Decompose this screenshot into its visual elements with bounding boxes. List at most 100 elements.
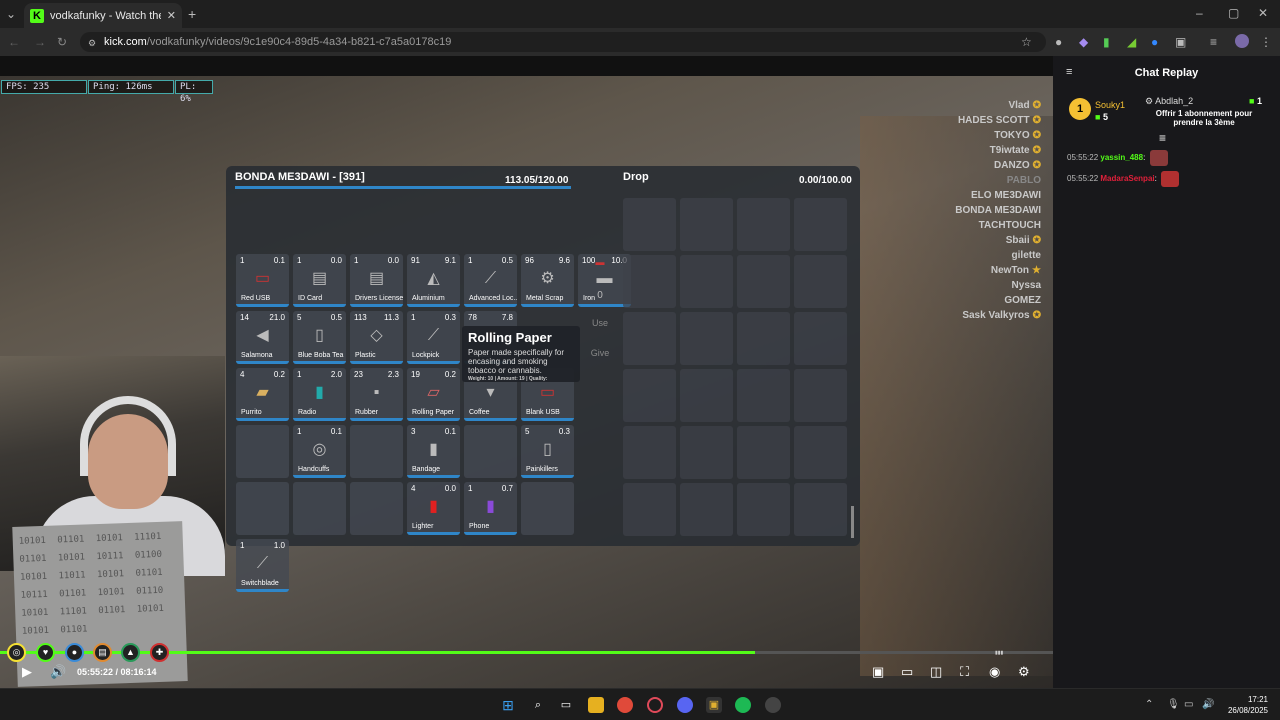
drop-slot[interactable]: [737, 312, 790, 365]
inventory-slot[interactable]: 4 0.2 ▰ Purrito: [236, 368, 289, 421]
inventory-slot[interactable]: 1 0.1 ◎ Handcuffs: [293, 425, 346, 478]
bookmark-star-icon[interactable]: ☆: [1021, 35, 1032, 49]
url-field[interactable]: kick.com/vodkafunky/videos/9c1e90c4-89d5…: [80, 32, 1046, 52]
drop-slot[interactable]: [623, 312, 676, 365]
new-tab-icon[interactable]: +: [188, 7, 196, 21]
drop-slot[interactable]: [737, 483, 790, 536]
drop-slot[interactable]: [623, 369, 676, 422]
drop-slot[interactable]: [794, 369, 847, 422]
volume-icon[interactable]: 🔊: [50, 665, 66, 679]
system-clock[interactable]: 17:21 26/08/2025: [1226, 694, 1268, 716]
chapter-marker-icon[interactable]: ♥: [36, 643, 55, 662]
drop-slot[interactable]: [680, 483, 733, 536]
extensions-puzzle-icon[interactable]: ▣: [1175, 35, 1186, 49]
drop-slot[interactable]: [794, 198, 847, 251]
browser-menu-icon[interactable]: ⋮: [1260, 35, 1272, 49]
empty-slot[interactable]: [350, 482, 403, 535]
inventory-slot[interactable]: 4 0.0 ▮ Lighter: [407, 482, 460, 535]
settings-gear-icon[interactable]: ⚙: [1018, 665, 1030, 679]
reading-list-icon[interactable]: ≡: [1210, 35, 1217, 49]
search-icon[interactable]: ⌕: [530, 697, 546, 713]
inventory-slot[interactable]: 1 0.0 ▤ ID Card: [293, 254, 346, 307]
extension-5-icon[interactable]: ●: [1151, 35, 1158, 49]
app-icon[interactable]: [647, 697, 663, 713]
drop-slot[interactable]: [623, 483, 676, 536]
drop-slot[interactable]: [794, 312, 847, 365]
extension-3-icon[interactable]: ▮: [1103, 35, 1110, 49]
drop-slot[interactable]: [623, 255, 676, 308]
inventory-slot[interactable]: 3 0.1 ▮ Bandage: [407, 425, 460, 478]
drop-scrollbar[interactable]: [851, 506, 854, 538]
empty-slot[interactable]: [521, 482, 574, 535]
file-explorer-icon[interactable]: [588, 697, 604, 713]
inventory-slot[interactable]: 14 21.0 ◀ Salamona: [236, 311, 289, 364]
drop-slot[interactable]: [680, 426, 733, 479]
drop-slot[interactable]: [794, 255, 847, 308]
video-player[interactable]: FPS: 235 Ping: 126ms PL: 6% Vlad ✪ HADES …: [0, 56, 1053, 688]
chapter-marker-icon[interactable]: ◎: [7, 643, 26, 662]
empty-slot[interactable]: [350, 425, 403, 478]
inventory-slot[interactable]: 23 2.3 ▪ Rubber: [350, 368, 403, 421]
miniplayer-icon[interactable]: ▣: [872, 665, 884, 679]
inventory-slot[interactable]: 5 0.5 ▯ Blue Boba Tea: [293, 311, 346, 364]
inventory-slot[interactable]: 113 11.3 ◇ Plastic: [350, 311, 403, 364]
profile-avatar[interactable]: [1235, 34, 1249, 48]
chapter-marker-icon[interactable]: ●: [65, 643, 84, 662]
app-2-icon[interactable]: [765, 697, 781, 713]
drop-slot[interactable]: [737, 369, 790, 422]
task-view-icon[interactable]: ▭: [558, 697, 574, 713]
inventory-slot[interactable]: 91 9.1 ◭ Aluminium: [407, 254, 460, 307]
use-button[interactable]: Use: [586, 318, 614, 328]
drop-slot[interactable]: [680, 255, 733, 308]
inventory-slot[interactable]: 1 0.5 ⟋ Advanced Loc...: [464, 254, 517, 307]
inventory-slot[interactable]: 1 2.0 ▮ Radio: [293, 368, 346, 421]
drop-slot[interactable]: [794, 426, 847, 479]
pip-icon[interactable]: ◫: [930, 665, 942, 679]
play-icon[interactable]: ▶: [22, 665, 32, 679]
sub-gifter-name[interactable]: ⚙ Abdlah_2: [1145, 96, 1193, 107]
spotify-icon[interactable]: [735, 697, 751, 713]
browser-tab[interactable]: K vodkafunky - Watch the VOD o ✕: [24, 3, 182, 28]
game-launcher-icon[interactable]: ▣: [706, 697, 722, 713]
theater-mode-icon[interactable]: ▭: [901, 665, 913, 679]
drop-slot[interactable]: [623, 426, 676, 479]
fullscreen-icon[interactable]: ⛶: [960, 665, 969, 679]
drop-slot[interactable]: [623, 198, 676, 251]
inventory-slot[interactable]: 5 0.3 ▯ Painkillers: [521, 425, 574, 478]
inventory-slot[interactable]: 1 0.7 ▮ Phone: [464, 482, 517, 535]
microphone-icon[interactable]: 🎙: [1167, 699, 1180, 710]
network-icon[interactable]: ▭: [1184, 699, 1193, 710]
reload-icon[interactable]: ↻: [57, 35, 67, 49]
tab-list-icon[interactable]: ⌄: [6, 7, 16, 21]
close-window-icon[interactable]: ✕: [1258, 6, 1268, 20]
chrome-icon[interactable]: [617, 697, 633, 713]
speed-icon[interactable]: ◉: [989, 665, 1000, 679]
inventory-slot[interactable]: 1 0.3 ⟋ Lockpick: [407, 311, 460, 364]
extension-1-icon[interactable]: ●: [1055, 35, 1062, 49]
inventory-slot[interactable]: 1 0.0 ▤ Drivers License: [350, 254, 403, 307]
drop-slot[interactable]: [680, 312, 733, 365]
chapter-marker-icon[interactable]: ▲: [121, 643, 140, 662]
forward-icon[interactable]: →: [34, 35, 46, 49]
inventory-slot[interactable]: 1 0.1 ▭ Red USB: [236, 254, 289, 307]
empty-slot[interactable]: [464, 425, 517, 478]
inventory-slot[interactable]: 19 0.2 ▱ Rolling Paper: [407, 368, 460, 421]
site-info-icon[interactable]: ⚙: [88, 36, 96, 50]
amount-input[interactable]: 0: [586, 286, 614, 306]
back-icon[interactable]: ←: [8, 35, 20, 49]
extension-4-icon[interactable]: ◢: [1127, 35, 1136, 49]
drop-slot[interactable]: [737, 198, 790, 251]
chapter-marker-icon[interactable]: ▤: [93, 643, 112, 662]
drop-slot[interactable]: [680, 369, 733, 422]
empty-slot[interactable]: [293, 482, 346, 535]
drop-slot[interactable]: [680, 198, 733, 251]
drop-slot[interactable]: [737, 426, 790, 479]
collapse-chat-icon[interactable]: ≡: [1066, 66, 1072, 78]
empty-slot[interactable]: [236, 425, 289, 478]
drop-slot[interactable]: [794, 483, 847, 536]
windows-start-icon[interactable]: ⊞: [500, 697, 516, 713]
discord-icon[interactable]: [677, 697, 693, 713]
gifter-name[interactable]: Souky1: [1095, 100, 1125, 110]
speaker-icon[interactable]: 🔊: [1202, 699, 1214, 710]
empty-slot[interactable]: [236, 482, 289, 535]
